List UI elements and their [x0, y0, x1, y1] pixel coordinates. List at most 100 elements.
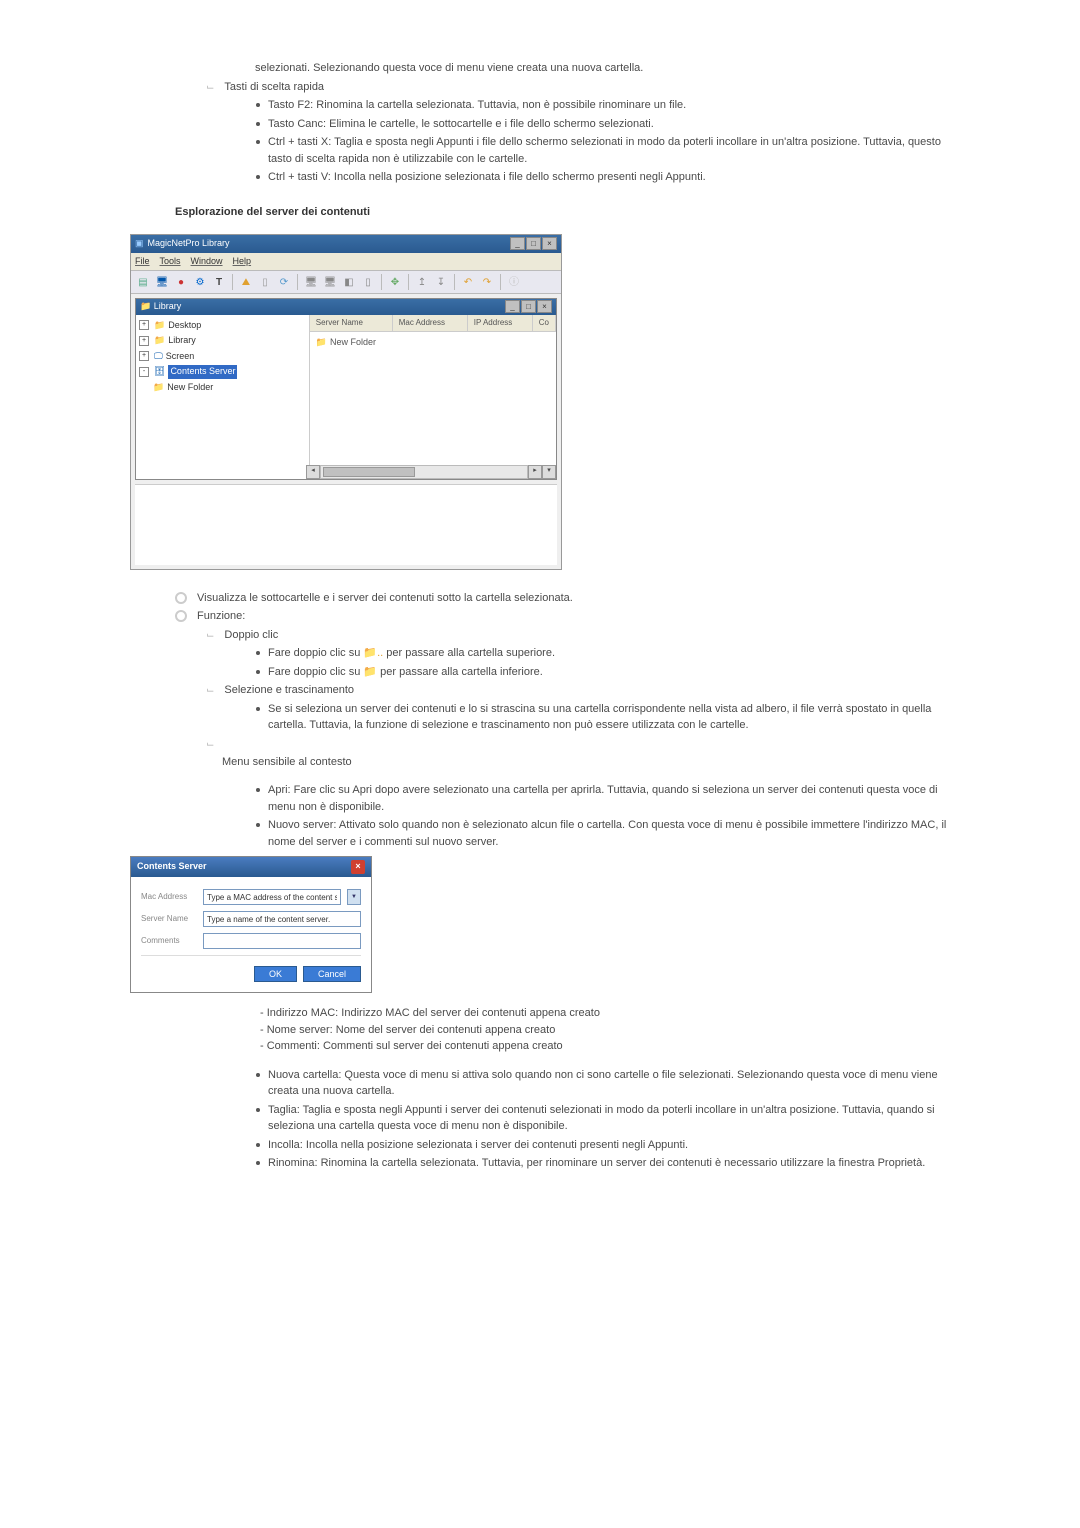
folder-icon: 📁: [154, 319, 165, 333]
ctx-apri: Apri: Fare clic su Apri dopo avere selez…: [268, 782, 950, 815]
contents-server-dialog: Contents Server × Mac Address ▼ Server N…: [130, 856, 372, 993]
menu-tools[interactable]: Tools: [160, 255, 181, 269]
ctx-rinomina: Rinomina: Rinomina la cartella seleziona…: [268, 1155, 950, 1172]
intro-continuation: selezionati. Selezionando questa voce di…: [255, 60, 950, 77]
server-name-label: Server Name: [141, 913, 197, 925]
toolbar-icon[interactable]: 🖥: [322, 274, 338, 290]
col-co[interactable]: Co: [533, 315, 556, 331]
arrow-icon: ⌙: [206, 628, 214, 643]
ring-icon: [175, 610, 187, 622]
scroll-left-button[interactable]: ◂: [306, 465, 320, 479]
ctx-nuova-cartella: Nuova cartella: Questa voce di menu si a…: [268, 1067, 950, 1100]
selezione-desc: Se si seleziona un server dei contenuti …: [268, 701, 950, 734]
menubar: File Tools Window Help: [131, 253, 561, 272]
redo-icon[interactable]: ↷: [479, 274, 495, 290]
toolbar-icon[interactable]: ◧: [341, 274, 357, 290]
toolbar: ▤ 🖥 ● ⚙ T ⛰ ▯ ⟳ 🖥 🖥 ◧ ▯ ✥ ↥ ↧ ↶ ↷ ⓘ: [131, 271, 561, 294]
document-page: selezionati. Selezionando questa voce di…: [130, 60, 950, 1172]
arrow-icon: ⌙: [206, 683, 214, 698]
toolbar-icon[interactable]: T: [211, 274, 227, 290]
tree-screen[interactable]: Screen: [166, 350, 195, 364]
toolbar-icon[interactable]: 🖥: [154, 274, 170, 290]
menu-help[interactable]: Help: [233, 255, 252, 269]
screen-icon: 🖵: [154, 350, 163, 364]
toolbar-icon[interactable]: ⚙: [192, 274, 208, 290]
col-ip-address[interactable]: IP Address: [468, 315, 533, 331]
def-comments: - Commenti: Commenti sul server dei cont…: [260, 1038, 950, 1055]
sub-maximize-button[interactable]: □: [521, 300, 536, 313]
window-titlebar[interactable]: ▣ MagicNetPro Library _ □ ×: [131, 235, 561, 253]
sub-minimize-button[interactable]: _: [505, 300, 520, 313]
list-pane[interactable]: Server Name Mac Address IP Address Co 📁N…: [310, 315, 556, 465]
tree-new-folder[interactable]: New Folder: [167, 381, 213, 395]
toolbar-icon[interactable]: ⛰: [238, 274, 254, 290]
folder-icon: 📁: [153, 381, 164, 395]
tree-contents-server[interactable]: Contents Server: [168, 365, 237, 379]
arrow-icon: ⌙: [206, 80, 214, 95]
toolbar-icon[interactable]: ↧: [433, 274, 449, 290]
server-name-field[interactable]: [203, 911, 361, 927]
toolbar-icon[interactable]: ▯: [360, 274, 376, 290]
scroll-down-button[interactable]: ▾: [542, 465, 556, 479]
tree-desktop[interactable]: Desktop: [168, 319, 201, 333]
comments-field[interactable]: [203, 933, 361, 949]
dialog-close-button[interactable]: ×: [351, 860, 365, 874]
close-button[interactable]: ×: [542, 237, 557, 250]
toolbar-icon[interactable]: ▤: [135, 274, 151, 290]
scroll-right-button[interactable]: ▸: [528, 465, 542, 479]
mac-field[interactable]: [203, 889, 341, 905]
def-mac: - Indirizzo MAC: Indirizzo MAC del serve…: [260, 1005, 950, 1022]
undo-icon[interactable]: ↶: [460, 274, 476, 290]
ctx-taglia: Taglia: Taglia e sposta negli Appunti i …: [268, 1102, 950, 1135]
shortcut-f2: Tasto F2: Rinomina la cartella seleziona…: [268, 97, 950, 114]
shortcut-del: Tasto Canc: Elimina le cartelle, le sott…: [268, 116, 950, 133]
dialog-title: Contents Server: [137, 860, 207, 874]
subwindow-title: Library: [154, 301, 182, 311]
info-icon[interactable]: ⓘ: [506, 274, 522, 290]
sub-close-button[interactable]: ×: [537, 300, 552, 313]
server-icon: 🗄: [154, 365, 165, 379]
toolbar-icon[interactable]: ▯: [257, 274, 273, 290]
dropdown-icon[interactable]: ▼: [347, 889, 361, 905]
toolbar-icon[interactable]: ↥: [414, 274, 430, 290]
shortcut-heading: Tasti di scelta rapida: [224, 79, 950, 96]
def-name: - Nome server: Nome del server dei conte…: [260, 1022, 950, 1039]
doppio-clic-heading: Doppio clic: [224, 627, 950, 644]
ring-icon: [175, 592, 187, 604]
folder-icon: 📁: [140, 301, 151, 311]
ok-button[interactable]: OK: [254, 966, 297, 982]
folder-icon: 📁: [316, 336, 327, 350]
ctx-incolla: Incolla: Incolla nella posizione selezio…: [268, 1137, 950, 1154]
section-title: Esplorazione del server dei contenuti: [175, 204, 950, 221]
minimize-button[interactable]: _: [510, 237, 525, 250]
tree-library[interactable]: Library: [168, 334, 196, 348]
cancel-button[interactable]: Cancel: [303, 966, 361, 982]
dbl-down: Fare doppio clic su 📁 per passare alla c…: [268, 664, 950, 681]
toolbar-icon[interactable]: ✥: [387, 274, 403, 290]
menu-file[interactable]: File: [135, 255, 150, 269]
app-title: MagicNetPro Library: [148, 237, 230, 251]
toolbar-icon[interactable]: ⟳: [276, 274, 292, 290]
tree-pane[interactable]: +📁Desktop +📁Library +🖵Screen -🗄Contents …: [136, 315, 310, 465]
library-subwindow: 📁 Library _ □ × +📁Desktop +📁Library +🖵Sc…: [135, 298, 557, 480]
shortcut-ctrlx: Ctrl + tasti X: Taglia e sposta negli Ap…: [268, 134, 950, 167]
desc-funzione: Funzione:: [197, 608, 950, 625]
context-menu-heading: Menu sensibile al contesto: [222, 756, 352, 768]
library-window: ▣ MagicNetPro Library _ □ × File Tools W…: [130, 234, 562, 570]
shortcut-ctrlv: Ctrl + tasti V: Incolla nella posizione …: [268, 169, 950, 186]
mac-label: Mac Address: [141, 891, 197, 903]
list-new-folder[interactable]: New Folder: [330, 336, 376, 350]
toolbar-icon[interactable]: ●: [173, 274, 189, 290]
folder-up-icon: 📁..: [363, 647, 383, 659]
scrollbar[interactable]: [320, 465, 528, 479]
maximize-button[interactable]: □: [526, 237, 541, 250]
toolbar-icon[interactable]: 🖥: [303, 274, 319, 290]
folder-icon: 📁: [363, 666, 377, 678]
col-server-name[interactable]: Server Name: [310, 315, 393, 331]
preview-pane: [135, 484, 557, 565]
folder-icon: 📁: [154, 334, 165, 348]
comments-label: Comments: [141, 935, 197, 947]
menu-window[interactable]: Window: [191, 255, 223, 269]
dbl-up: Fare doppio clic su 📁.. per passare alla…: [268, 645, 950, 662]
col-mac-address[interactable]: Mac Address: [393, 315, 468, 331]
